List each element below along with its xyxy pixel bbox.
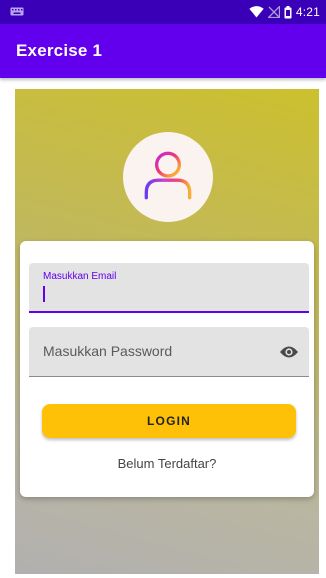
login-card: Masukkan Email Masukkan Password LOGIN B… — [20, 241, 314, 497]
email-field[interactable]: Masukkan Email — [29, 263, 309, 313]
password-field[interactable]: Masukkan Password — [29, 327, 309, 377]
status-left — [10, 5, 24, 19]
status-time: 4:21 — [295, 5, 320, 19]
status-right: 4:21 — [249, 5, 320, 19]
text-cursor — [43, 286, 45, 302]
keyboard-icon — [10, 5, 24, 19]
wifi-icon — [249, 6, 264, 18]
password-placeholder: Masukkan Password — [43, 343, 173, 359]
email-field-label: Masukkan Email — [43, 271, 117, 282]
app-title: Exercise 1 — [16, 41, 103, 60]
battery-icon — [284, 5, 292, 19]
no-signal-icon — [267, 6, 280, 18]
login-background: Masukkan Email Masukkan Password LOGIN B… — [15, 89, 319, 574]
register-link[interactable]: Belum Terdaftar? — [20, 456, 314, 471]
login-button[interactable]: LOGIN — [42, 404, 296, 438]
avatar — [123, 132, 213, 222]
status-bar: 4:21 — [0, 0, 326, 24]
app-bar: Exercise 1 — [0, 24, 326, 78]
user-icon — [137, 144, 199, 211]
eye-icon[interactable] — [279, 342, 299, 362]
